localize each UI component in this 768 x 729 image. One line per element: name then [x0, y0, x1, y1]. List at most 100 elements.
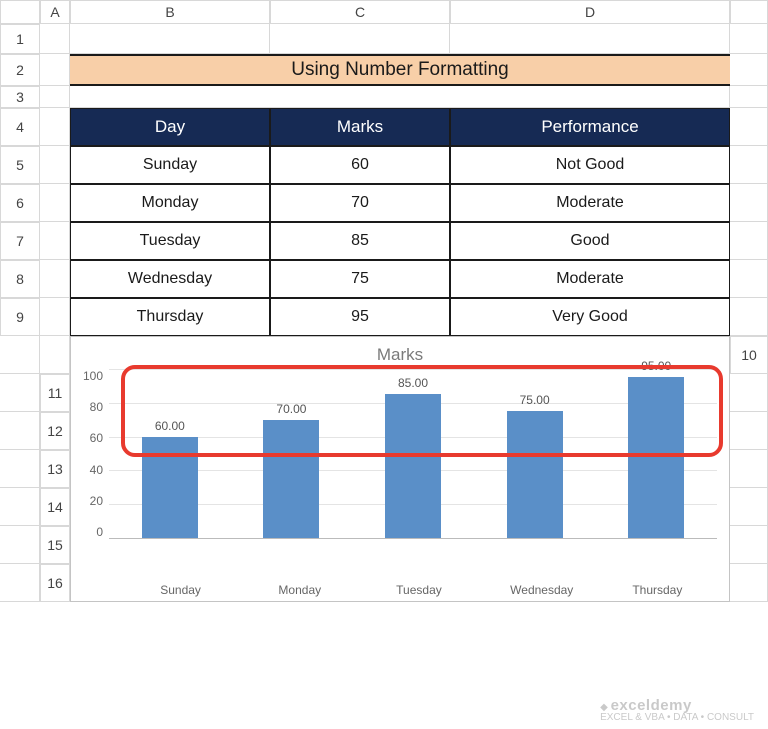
chart-data-label: 75.00: [520, 393, 550, 407]
cell[interactable]: [730, 526, 768, 564]
watermark: ◆ exceldemy EXCEL & VBA • DATA • CONSULT: [600, 698, 754, 723]
cell[interactable]: [70, 86, 730, 108]
xtick: Thursday: [629, 583, 685, 597]
row-header-7[interactable]: 7: [0, 222, 40, 260]
cell[interactable]: [40, 336, 70, 374]
table-header-performance[interactable]: Performance: [450, 108, 730, 146]
row-header-1[interactable]: 1: [0, 24, 40, 54]
xtick: Monday: [272, 583, 328, 597]
table-header-day[interactable]: Day: [70, 108, 270, 146]
chart-bar[interactable]: 95.00: [628, 369, 684, 538]
cell[interactable]: [730, 222, 768, 260]
col-header-next[interactable]: [730, 0, 768, 24]
xtick: Sunday: [153, 583, 209, 597]
col-header-b[interactable]: B: [70, 0, 270, 24]
row-header-5[interactable]: 5: [0, 146, 40, 184]
cell[interactable]: [730, 260, 768, 298]
cell[interactable]: [730, 564, 768, 602]
col-header-a[interactable]: A: [40, 0, 70, 24]
row-header-16[interactable]: 16: [40, 564, 70, 602]
cell[interactable]: [40, 146, 70, 184]
cell[interactable]: [40, 184, 70, 222]
row-header-10[interactable]: 10: [730, 336, 768, 374]
table-cell-perf[interactable]: Good: [450, 222, 730, 260]
cell[interactable]: [0, 336, 40, 374]
col-header-d[interactable]: D: [450, 0, 730, 24]
table-cell-marks[interactable]: 60: [270, 146, 450, 184]
row-header-13[interactable]: 13: [40, 450, 70, 488]
cell[interactable]: [730, 450, 768, 488]
cell[interactable]: [70, 24, 270, 54]
cell[interactable]: [730, 54, 768, 86]
row-header-11[interactable]: 11: [40, 374, 70, 412]
cell[interactable]: [730, 488, 768, 526]
cell[interactable]: [730, 298, 768, 336]
table-cell-perf[interactable]: Very Good: [450, 298, 730, 336]
cell[interactable]: [730, 108, 768, 146]
row-header-14[interactable]: 14: [40, 488, 70, 526]
cell[interactable]: [0, 450, 40, 488]
chart-bar[interactable]: 70.00: [263, 369, 319, 538]
row-header-15[interactable]: 15: [40, 526, 70, 564]
cell[interactable]: [0, 412, 40, 450]
row-header-4[interactable]: 4: [0, 108, 40, 146]
chart-bar[interactable]: 75.00: [507, 369, 563, 538]
cell[interactable]: [270, 24, 450, 54]
cell[interactable]: [40, 222, 70, 260]
ytick: 80: [90, 400, 103, 414]
table-cell-marks[interactable]: 85: [270, 222, 450, 260]
chart-data-label: 60.00: [155, 419, 185, 433]
ytick: 40: [90, 463, 103, 477]
cell[interactable]: [730, 412, 768, 450]
cell[interactable]: [0, 526, 40, 564]
title-banner[interactable]: Using Number Formatting: [70, 54, 730, 86]
cell[interactable]: [730, 374, 768, 412]
row-header-2[interactable]: 2: [0, 54, 40, 86]
table-cell-day[interactable]: Thursday: [70, 298, 270, 336]
table-cell-day[interactable]: Monday: [70, 184, 270, 222]
cell[interactable]: [730, 24, 768, 54]
row-header-8[interactable]: 8: [0, 260, 40, 298]
cell[interactable]: [0, 564, 40, 602]
cell[interactable]: [730, 184, 768, 222]
chart-data-label: 70.00: [276, 402, 306, 416]
table-cell-marks[interactable]: 75: [270, 260, 450, 298]
table-cell-marks[interactable]: 95: [270, 298, 450, 336]
cell[interactable]: [0, 488, 40, 526]
cell[interactable]: [40, 108, 70, 146]
table-cell-day[interactable]: Sunday: [70, 146, 270, 184]
xtick: Wednesday: [510, 583, 566, 597]
ytick: 60: [90, 431, 103, 445]
row-header-3[interactable]: 3: [0, 86, 40, 108]
cell[interactable]: [40, 86, 70, 108]
chart-plot: 100 80 60 40 20 0 60.00 70.00 85.00 75.00 95…: [83, 369, 717, 577]
table-cell-perf[interactable]: Moderate: [450, 260, 730, 298]
ytick: 100: [83, 369, 103, 383]
row-header-9[interactable]: 9: [0, 298, 40, 336]
table-cell-perf[interactable]: Moderate: [450, 184, 730, 222]
cell[interactable]: [40, 298, 70, 336]
cell[interactable]: [40, 260, 70, 298]
cell[interactable]: [40, 24, 70, 54]
row-header-12[interactable]: 12: [40, 412, 70, 450]
row-header-6[interactable]: 6: [0, 184, 40, 222]
ytick: 0: [96, 525, 103, 539]
grid-corner[interactable]: [0, 0, 40, 24]
cell[interactable]: [0, 374, 40, 412]
table-cell-perf[interactable]: Not Good: [450, 146, 730, 184]
chart-bar[interactable]: 60.00: [142, 369, 198, 538]
chart-bars: 60.00 70.00 85.00 75.00 95.00: [109, 369, 717, 538]
table-cell-marks[interactable]: 70: [270, 184, 450, 222]
cell[interactable]: [450, 24, 730, 54]
table-cell-day[interactable]: Tuesday: [70, 222, 270, 260]
cell[interactable]: [730, 86, 768, 108]
table-header-marks[interactable]: Marks: [270, 108, 450, 146]
table-cell-day[interactable]: Wednesday: [70, 260, 270, 298]
cell[interactable]: [40, 54, 70, 86]
chart-yaxis: 100 80 60 40 20 0: [83, 369, 109, 539]
chart-data-label: 95.00: [641, 359, 671, 373]
chart-bar[interactable]: 85.00: [385, 369, 441, 538]
chart[interactable]: Marks 100 80 60 40 20 0 60.0070.0085.007…: [70, 336, 730, 602]
col-header-c[interactable]: C: [270, 0, 450, 24]
cell[interactable]: [730, 146, 768, 184]
